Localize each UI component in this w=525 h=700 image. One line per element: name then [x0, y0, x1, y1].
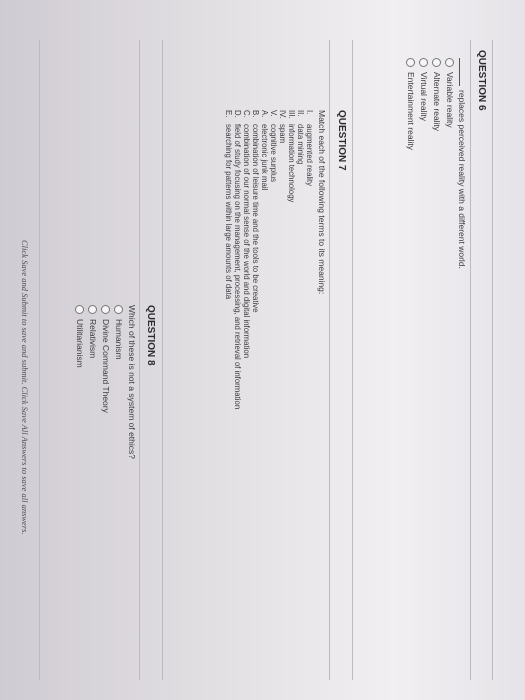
radio-button[interactable] — [88, 305, 98, 314]
q6-prompt: replaces perceived reality with a differ… — [457, 58, 467, 269]
photo-of-screen: QUESTION 6 replaces perceived reality wi… — [0, 0, 525, 700]
q8-option-3[interactable]: Relativism — [88, 305, 98, 358]
radio-button[interactable] — [114, 305, 124, 314]
q7-meaning-a: A.electronic junk mail — [260, 110, 269, 191]
quiz-page: QUESTION 6 replaces perceived reality wi… — [0, 0, 525, 700]
q8-bottom-divider — [39, 40, 40, 680]
q7-title: QUESTION 7 — [336, 110, 347, 171]
q7-prompt: Match each of the following terms to its… — [317, 110, 327, 295]
q7-meaning-d: D.field of study focusing on the managem… — [233, 110, 242, 410]
q6-title: QUESTION 6 — [476, 50, 487, 111]
q7-meaning-b: B.combination of leisure time and the to… — [251, 110, 260, 313]
q6-option-3[interactable]: Virtual reality — [419, 58, 429, 121]
q7-term-3: III.information technology — [287, 110, 296, 203]
q7-title-divider — [329, 40, 330, 680]
radio-button[interactable] — [101, 305, 111, 314]
q8-option-4[interactable]: Utilitarianism — [75, 305, 85, 368]
q6-option-4[interactable]: Entertainment reality — [406, 58, 416, 150]
q6-blank — [459, 58, 467, 86]
q8-option-2[interactable]: Divine Command Theory — [101, 305, 111, 413]
q8-option-1[interactable]: Humanism — [114, 305, 124, 360]
q8-prompt: Which of these is not a system of ethics… — [127, 305, 137, 460]
radio-button[interactable] — [406, 58, 416, 67]
save-instructions: Click Save and Submit to save and submit… — [20, 240, 30, 535]
q6-option-2[interactable]: Alternate reality — [432, 58, 442, 131]
radio-button[interactable] — [445, 58, 455, 67]
q7-term-1: I.augmented reality — [305, 110, 314, 186]
q7-top-divider — [352, 40, 353, 680]
q7-meaning-e: E.searching for patterns within large am… — [224, 110, 233, 300]
q6-title-divider — [470, 40, 471, 680]
q6-top-divider — [492, 40, 493, 680]
q8-title-divider — [139, 40, 140, 680]
q7-meaning-c: C.combination of our normal sense of the… — [242, 110, 251, 359]
radio-button[interactable] — [419, 58, 429, 67]
radio-button[interactable] — [75, 305, 85, 314]
q7-term-4: IV.spam — [278, 110, 287, 144]
q8-top-divider — [162, 40, 163, 680]
q8-title: QUESTION 8 — [145, 305, 156, 366]
radio-button[interactable] — [432, 58, 442, 67]
q7-term-2: II.data mining — [296, 110, 305, 165]
q6-option-1[interactable]: Variable reality — [445, 58, 455, 128]
q7-term-5: V.cognitive surplus — [269, 110, 278, 183]
